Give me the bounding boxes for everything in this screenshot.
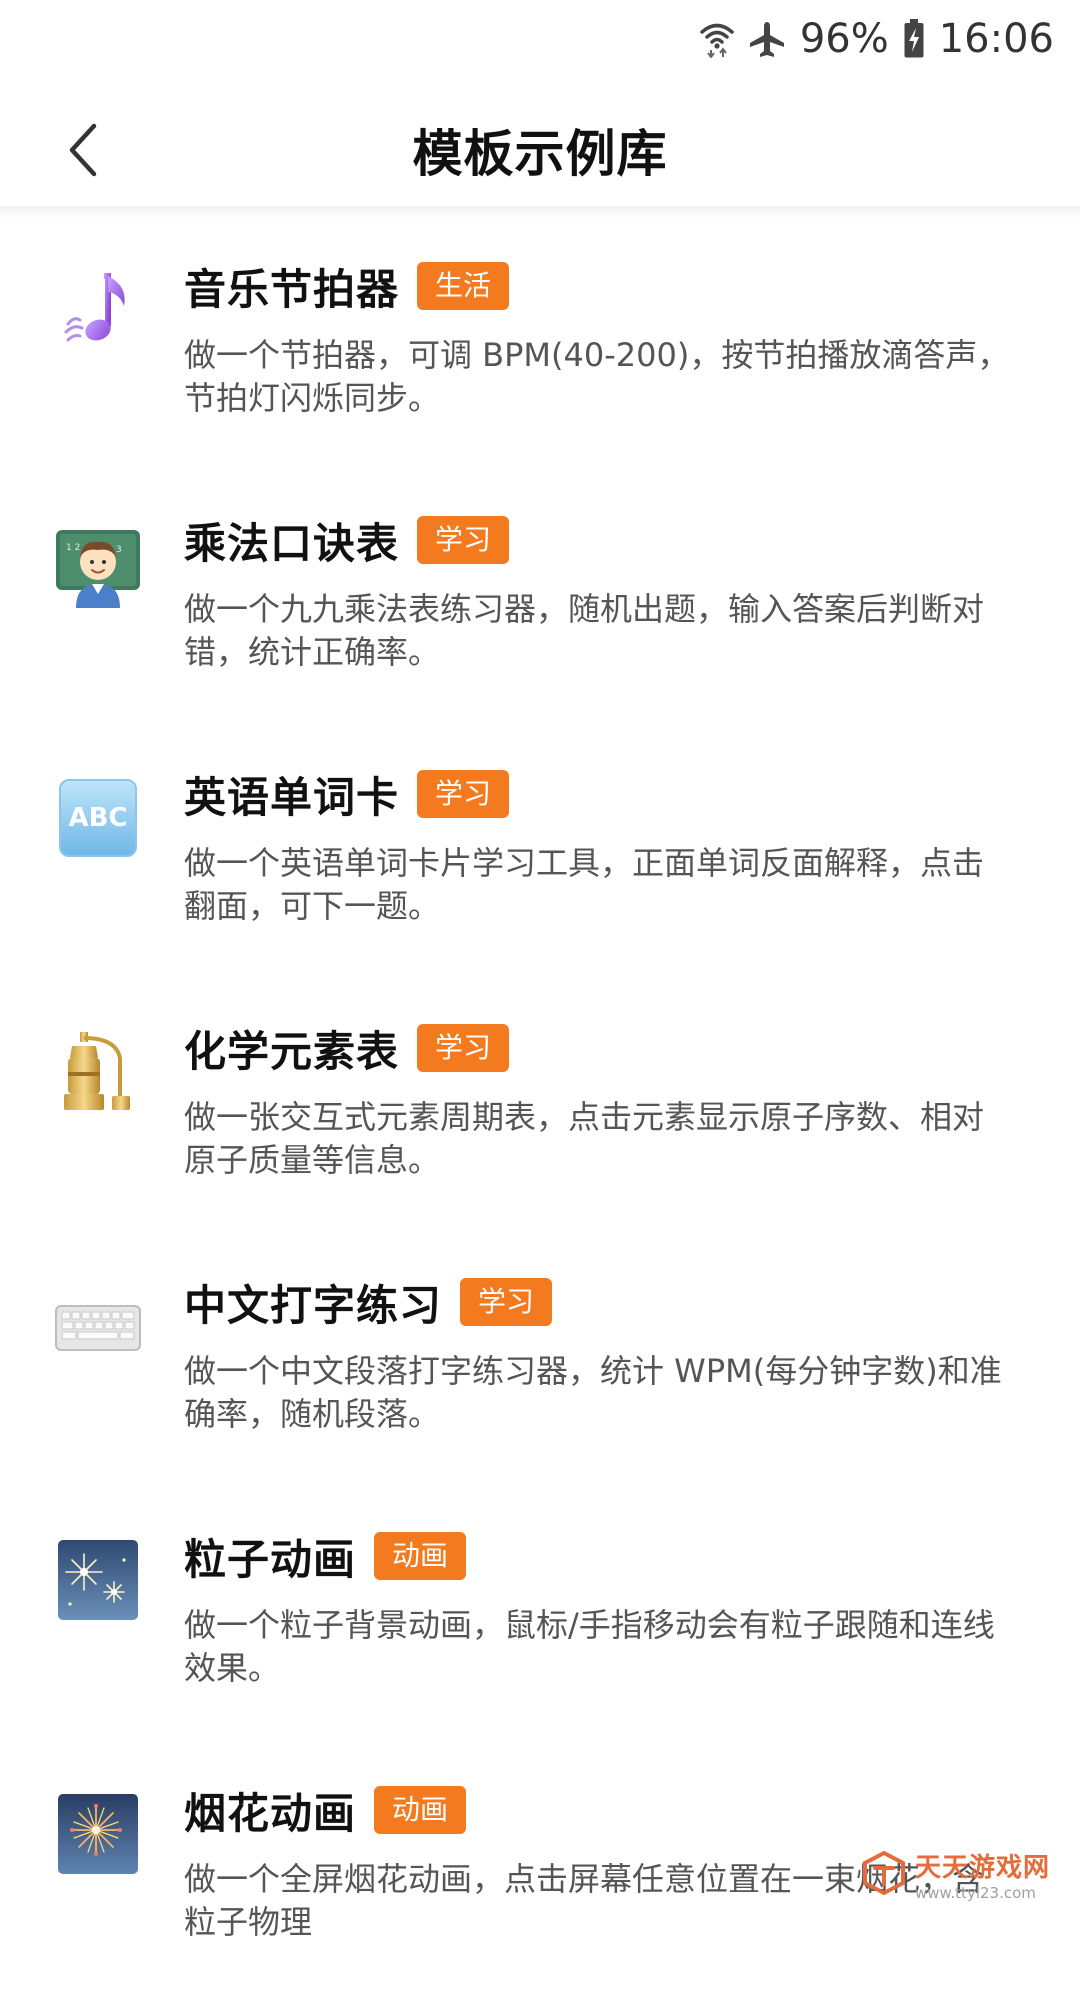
list-item[interactable]: 粒子动画 动画 做一个粒子背景动画，鼠标/手指移动会有粒子跟随和连线效果。: [0, 1490, 1080, 1744]
svg-text:ABC: ABC: [68, 803, 127, 833]
alembic-icon: [54, 1028, 142, 1116]
back-button[interactable]: [52, 118, 116, 182]
tag-badge: 学习: [417, 1024, 510, 1072]
list-item[interactable]: 音乐节拍器 生活 做一个节拍器，可调 BPM(40-200)，按节拍播放滴答声，…: [0, 220, 1080, 474]
keyboard-icon: [54, 1282, 142, 1370]
tag-badge: 动画: [374, 1786, 467, 1834]
tag-badge: 生活: [417, 262, 510, 310]
list-item[interactable]: ABC 英语单词卡 学习 做一个英语单词卡片学习工具，正面单词反面解释，点击翻面…: [0, 728, 1080, 982]
item-title: 化学元素表: [184, 1026, 400, 1076]
page-title: 模板示例库: [412, 125, 668, 183]
item-description: 做一个节拍器，可调 BPM(40-200)，按节拍播放滴答声，节拍灯闪烁同步。: [184, 336, 1010, 417]
list-item[interactable]: 1 2 3 乘法口诀表 学习 做一个九九乘法表练习器，随机出题，输入答案后判断对…: [0, 474, 1080, 728]
svg-text:1 2: 1 2: [66, 543, 80, 553]
template-list: 音乐节拍器 生活 做一个节拍器，可调 BPM(40-200)，按节拍播放滴答声，…: [0, 220, 1080, 1998]
watermark-url: www.ttyl23.com: [914, 1884, 1036, 1902]
sparkler-icon: [54, 1536, 142, 1624]
wifi-icon: [700, 20, 734, 58]
battery-percent: 96%: [799, 16, 889, 62]
airplane-icon: [748, 20, 786, 58]
list-item[interactable]: 中文打字练习 学习 做一个中文段落打字练习器，统计 WPM(每分钟字数)和准确率…: [0, 1236, 1080, 1490]
tag-badge: 学习: [417, 516, 510, 564]
item-description: 做一个中文段落打字练习器，统计 WPM(每分钟字数)和准确率，随机段落。: [184, 1352, 1002, 1433]
item-title: 粒子动画: [184, 1534, 357, 1584]
watermark-title: 天天游戏网: [914, 1853, 1050, 1883]
item-title: 英语单词卡: [184, 772, 400, 822]
item-description: 做一个九九乘法表练习器，随机出题，输入答案后判断对错，统计正确率。: [184, 590, 985, 671]
item-title: 音乐节拍器: [184, 264, 400, 314]
item-title: 中文打字练习: [184, 1280, 443, 1330]
tag-badge: 动画: [374, 1532, 467, 1580]
status-bar: 96% 16:06: [0, 0, 1080, 78]
item-title: 烟花动画: [184, 1788, 357, 1838]
tag-badge: 学习: [417, 770, 510, 818]
svg-text:3: 3: [116, 545, 122, 555]
header-divider: [0, 206, 1080, 220]
clock: 16:06: [938, 16, 1054, 62]
item-description: 做一个英语单词卡片学习工具，正面单词反面解释，点击翻面，可下一题。: [184, 844, 985, 925]
abc-icon: ABC: [54, 774, 142, 862]
tag-badge: 学习: [460, 1278, 553, 1326]
app-header: 模板示例库: [0, 90, 1080, 210]
chevron-left-icon: [69, 123, 97, 177]
list-item[interactable]: 化学元素表 学习 做一张交互式元素周期表，点击元素显示原子序数、相对原子质量等信…: [0, 982, 1080, 1236]
item-description: 做一张交互式元素周期表，点击元素显示原子序数、相对原子质量等信息。: [184, 1098, 985, 1179]
music-note-icon: [54, 266, 142, 354]
watermark-logo-icon: [861, 1850, 907, 1900]
teacher-icon: 1 2 3: [54, 520, 142, 608]
battery-charging-icon: [903, 19, 925, 59]
fireworks-icon: [54, 1790, 142, 1878]
item-title: 乘法口诀表: [184, 518, 400, 568]
watermark: 天天游戏网 www.ttyl23.com: [861, 1847, 1050, 1902]
item-description: 做一个粒子背景动画，鼠标/手指移动会有粒子跟随和连线效果。: [184, 1606, 995, 1687]
